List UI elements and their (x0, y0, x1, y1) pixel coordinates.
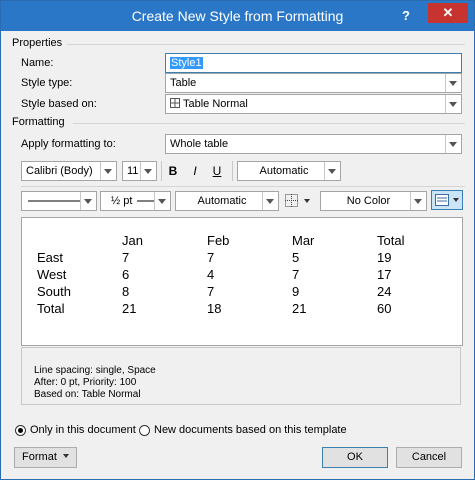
help-button[interactable]: ? (396, 6, 416, 26)
chevron-down-icon (62, 454, 69, 458)
preview-header-cell: Jan (122, 233, 143, 248)
line-weight-dropdown[interactable]: ½ pt (100, 191, 171, 211)
formatting-section-label: Formatting (12, 116, 65, 128)
apply-formatting-label: Apply formatting to: (21, 138, 116, 150)
preview-cell: 18 (207, 301, 222, 316)
description-line: After: 0 pt, Priority: 100 (34, 377, 137, 388)
chevron-down-icon[interactable] (304, 199, 310, 203)
only-this-document-radio[interactable] (15, 425, 26, 436)
preview-cell: 21 (292, 301, 307, 316)
table-preview: Jan Feb Mar Total East 7 7 5 19 West 6 4… (21, 217, 463, 346)
shading-value: No Color (346, 195, 391, 207)
preview-cell: 60 (377, 301, 392, 316)
preview-cell: 7 (292, 267, 300, 282)
align-button[interactable] (431, 190, 463, 210)
borders-icon (285, 194, 298, 207)
format-button[interactable]: Format (14, 447, 77, 468)
dialog-window: Create New Style from Formatting ? ✕ Pro… (0, 0, 475, 480)
chevron-down-icon[interactable] (453, 198, 459, 202)
new-documents-radio[interactable] (139, 425, 150, 436)
new-documents-label[interactable]: New documents based on this template (154, 424, 347, 436)
name-label: Name: (21, 57, 54, 69)
properties-section-label: Properties (12, 37, 63, 49)
description-line: Based on: Table Normal (34, 389, 141, 400)
style-type-dropdown[interactable]: Table (165, 73, 462, 93)
chevron-down-icon[interactable] (100, 162, 116, 180)
chevron-down-icon[interactable] (140, 162, 156, 180)
preview-cell: Total (37, 301, 65, 316)
apply-formatting-value: Whole table (170, 138, 229, 150)
format-button-label: Format (22, 451, 57, 463)
borders-button[interactable] (283, 192, 315, 210)
style-description: Line spacing: single, Space After: 0 pt,… (21, 347, 461, 405)
font-size-dropdown[interactable]: 11 (122, 161, 157, 181)
chevron-down-icon[interactable] (154, 192, 170, 210)
preview-cell: West (37, 267, 67, 282)
italic-button[interactable]: I (186, 162, 204, 180)
chevron-down-icon[interactable] (445, 74, 461, 92)
preview-cell: 21 (122, 301, 137, 316)
chevron-down-icon[interactable] (410, 192, 426, 210)
font-size-value: 11 (127, 165, 139, 177)
preview-cell: 7 (122, 250, 130, 265)
shading-dropdown[interactable]: No Color (320, 191, 427, 211)
font-color-dropdown[interactable]: Automatic (237, 161, 341, 181)
preview-cell: South (37, 284, 71, 299)
chevron-down-icon[interactable] (262, 192, 278, 210)
chevron-down-icon[interactable] (445, 95, 461, 113)
font-value: Calibri (Body) (26, 165, 93, 177)
preview-cell: 7 (207, 250, 215, 265)
line-style-icon (28, 200, 80, 202)
preview-cell: 8 (122, 284, 130, 299)
name-field-value: Style1 (170, 57, 203, 69)
cell-alignment-icon (435, 194, 449, 206)
properties-divider (67, 44, 465, 45)
style-based-on-label: Style based on: (21, 98, 97, 110)
preview-cell: 4 (207, 267, 215, 282)
preview-cell: 7 (207, 284, 215, 299)
preview-header-cell: Feb (207, 233, 230, 248)
line-style-dropdown[interactable] (21, 191, 97, 211)
style-based-on-value: Table Normal (183, 98, 248, 110)
table-icon (170, 98, 180, 108)
style-type-value: Table (170, 77, 197, 89)
font-color-value: Automatic (259, 165, 309, 177)
chevron-down-icon[interactable] (445, 135, 461, 153)
preview-header-cell: Mar (292, 233, 315, 248)
bold-button[interactable]: B (164, 162, 182, 180)
preview-header-cell: Total (377, 233, 405, 248)
preview-cell: 19 (377, 250, 392, 265)
toolbar-divider (232, 161, 233, 181)
border-color-value: Automatic (197, 195, 247, 207)
border-color-dropdown[interactable]: Automatic (175, 191, 279, 211)
preview-cell: East (37, 250, 64, 265)
preview-cell: 9 (292, 284, 300, 299)
preview-cell: 6 (122, 267, 130, 282)
line-weight-value: ½ pt (111, 195, 133, 207)
font-dropdown[interactable]: Calibri (Body) (21, 161, 117, 181)
underline-button[interactable]: U (208, 162, 226, 180)
description-line: Line spacing: single, Space (34, 365, 156, 376)
preview-cell: 17 (377, 267, 392, 282)
chevron-down-icon[interactable] (324, 162, 340, 180)
chevron-down-icon[interactable] (80, 192, 96, 210)
preview-cell: 5 (292, 250, 300, 265)
line-weight-icon (137, 200, 154, 202)
name-field[interactable]: Style1 (165, 53, 462, 73)
toolbar-row-divider (21, 186, 465, 187)
only-this-document-label[interactable]: Only in this document (30, 424, 136, 436)
title-bar: Create New Style from Formatting ? ✕ (1, 1, 474, 31)
formatting-divider (73, 123, 465, 124)
ok-button[interactable]: OK (322, 447, 388, 468)
cancel-button[interactable]: Cancel (396, 447, 462, 468)
close-button[interactable]: ✕ (428, 3, 468, 23)
style-type-label: Style type: (21, 77, 73, 89)
style-based-on-dropdown[interactable]: Table Normal (165, 94, 462, 114)
preview-cell: 24 (377, 284, 392, 299)
toolbar-divider (161, 161, 162, 181)
apply-formatting-dropdown[interactable]: Whole table (165, 134, 462, 154)
